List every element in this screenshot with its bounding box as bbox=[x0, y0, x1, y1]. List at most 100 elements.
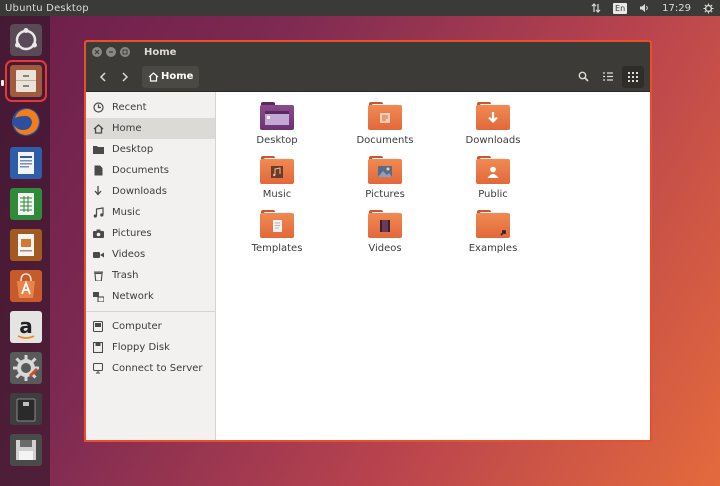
sidebar-item-label: Network bbox=[112, 291, 154, 302]
sidebar-item-floppy-disk[interactable]: Floppy Disk bbox=[86, 337, 215, 358]
files-launcher-button[interactable] bbox=[5, 60, 47, 102]
sidebar-divider bbox=[86, 311, 215, 312]
file-cabinet-icon bbox=[10, 65, 42, 97]
settings-gear-icon bbox=[10, 352, 42, 384]
sidebar-item-label: Pictures bbox=[112, 228, 152, 239]
file-item-downloads[interactable]: Downloads bbox=[448, 102, 538, 146]
templates-folder-icon bbox=[260, 210, 294, 238]
folder-icon bbox=[92, 144, 104, 156]
power-gear-icon[interactable] bbox=[703, 2, 714, 14]
sidebar-item-desktop[interactable]: Desktop bbox=[86, 139, 215, 160]
file-item-desktop[interactable]: Desktop bbox=[232, 102, 322, 146]
amazon-letter: a bbox=[19, 314, 33, 338]
sidebar-item-label: Downloads bbox=[112, 186, 167, 197]
keyboard-layout-indicator[interactable]: En bbox=[613, 2, 628, 14]
writer-icon bbox=[10, 147, 42, 179]
grid-view-button[interactable] bbox=[622, 65, 644, 88]
system-tray: En 17:29 bbox=[585, 0, 720, 16]
clock[interactable]: 17:29 bbox=[662, 3, 691, 14]
clock-icon bbox=[92, 102, 104, 114]
file-item-music[interactable]: Music bbox=[232, 156, 322, 200]
sidebar-item-label: Documents bbox=[112, 165, 170, 176]
video-icon bbox=[92, 249, 104, 261]
music-note-icon bbox=[92, 207, 104, 219]
sidebar-item-pictures[interactable]: Pictures bbox=[86, 223, 215, 244]
file-item-pictures[interactable]: Pictures bbox=[340, 156, 430, 200]
top-panel: Ubuntu Desktop En 17:29 bbox=[0, 0, 720, 16]
sidebar-item-label: Recent bbox=[112, 102, 147, 113]
examples-folder-icon bbox=[476, 210, 510, 238]
file-item-label: Documents bbox=[356, 135, 414, 146]
document-icon bbox=[92, 165, 104, 177]
file-item-label: Pictures bbox=[365, 189, 405, 200]
volume-icon[interactable] bbox=[639, 3, 650, 13]
system-settings-launcher-button[interactable] bbox=[8, 350, 44, 386]
chevron-left-icon bbox=[99, 71, 106, 82]
network-icon bbox=[92, 291, 104, 303]
window-titlebar[interactable]: Home bbox=[86, 42, 650, 62]
file-item-label: Public bbox=[478, 189, 508, 200]
sidebar-item-documents[interactable]: Documents bbox=[86, 160, 215, 181]
file-item-label: Templates bbox=[251, 243, 303, 254]
sidebar-item-music[interactable]: Music bbox=[86, 202, 215, 223]
sidebar-item-computer[interactable]: Computer bbox=[86, 316, 215, 337]
window-headerbar: Home bbox=[86, 62, 650, 92]
path-bar-home-label: Home bbox=[161, 71, 194, 82]
sidebar-item-label: Trash bbox=[112, 270, 139, 281]
search-icon bbox=[578, 71, 589, 82]
software-center-icon bbox=[10, 270, 42, 302]
downloads-folder-icon bbox=[476, 102, 510, 130]
sidebar-item-recent[interactable]: Recent bbox=[86, 97, 215, 118]
maximize-icon bbox=[122, 49, 128, 55]
music-folder-icon bbox=[260, 156, 294, 184]
file-item-documents[interactable]: Documents bbox=[340, 102, 430, 146]
file-item-public[interactable]: Public bbox=[448, 156, 538, 200]
sidebar-item-videos[interactable]: Videos bbox=[86, 244, 215, 265]
trash-icon bbox=[92, 270, 104, 282]
calc-launcher-button[interactable] bbox=[8, 186, 44, 222]
file-item-label: Music bbox=[262, 189, 292, 200]
documents-folder-icon bbox=[368, 102, 402, 130]
sidebar-item-label: Videos bbox=[112, 249, 146, 260]
calc-icon bbox=[10, 188, 42, 220]
file-item-examples[interactable]: Examples bbox=[448, 210, 538, 254]
dash-home-button[interactable] bbox=[8, 22, 44, 58]
camera-icon bbox=[92, 228, 104, 240]
forward-button[interactable] bbox=[114, 66, 136, 88]
grid-view-icon bbox=[628, 71, 638, 82]
maximize-window-button[interactable] bbox=[120, 47, 130, 57]
path-bar-home-button[interactable]: Home bbox=[142, 65, 200, 88]
close-icon bbox=[94, 49, 100, 55]
usb-drive-icon bbox=[10, 393, 42, 425]
sidebar-item-trash[interactable]: Trash bbox=[86, 265, 215, 286]
writer-launcher-button[interactable] bbox=[8, 145, 44, 181]
sidebar-item-home[interactable]: Home bbox=[86, 118, 215, 139]
back-button[interactable] bbox=[92, 66, 114, 88]
search-button[interactable] bbox=[572, 66, 594, 88]
public-folder-icon bbox=[476, 156, 510, 184]
firefox-launcher-button[interactable] bbox=[8, 104, 44, 140]
home-icon bbox=[92, 123, 104, 135]
server-icon bbox=[92, 363, 104, 375]
impress-icon bbox=[10, 229, 42, 261]
minimize-window-button[interactable] bbox=[106, 47, 116, 57]
launcher: a bbox=[0, 16, 50, 486]
sidebar-item-label: Connect to Server bbox=[112, 363, 203, 374]
usb-drive-launcher-button[interactable] bbox=[8, 391, 44, 427]
top-panel-title: Ubuntu Desktop bbox=[5, 2, 89, 14]
sidebar-item-network[interactable]: Network bbox=[86, 286, 215, 307]
impress-launcher-button[interactable] bbox=[8, 227, 44, 263]
software-center-launcher-button[interactable] bbox=[8, 268, 44, 304]
file-item-templates[interactable]: Templates bbox=[232, 210, 322, 254]
sidebar-item-connect-to-server[interactable]: Connect to Server bbox=[86, 358, 215, 379]
list-view-button[interactable] bbox=[597, 66, 619, 88]
network-arrows-icon[interactable] bbox=[591, 3, 601, 13]
home-icon bbox=[148, 71, 159, 82]
close-window-button[interactable] bbox=[92, 47, 102, 57]
file-view: Desktop Documents Downloads Music Pictur… bbox=[216, 92, 650, 440]
floppy-launcher-button[interactable] bbox=[8, 432, 44, 468]
amazon-launcher-button[interactable]: a bbox=[8, 309, 44, 345]
sidebar-item-downloads[interactable]: Downloads bbox=[86, 181, 215, 202]
file-item-videos[interactable]: Videos bbox=[340, 210, 430, 254]
amazon-icon: a bbox=[10, 311, 42, 343]
